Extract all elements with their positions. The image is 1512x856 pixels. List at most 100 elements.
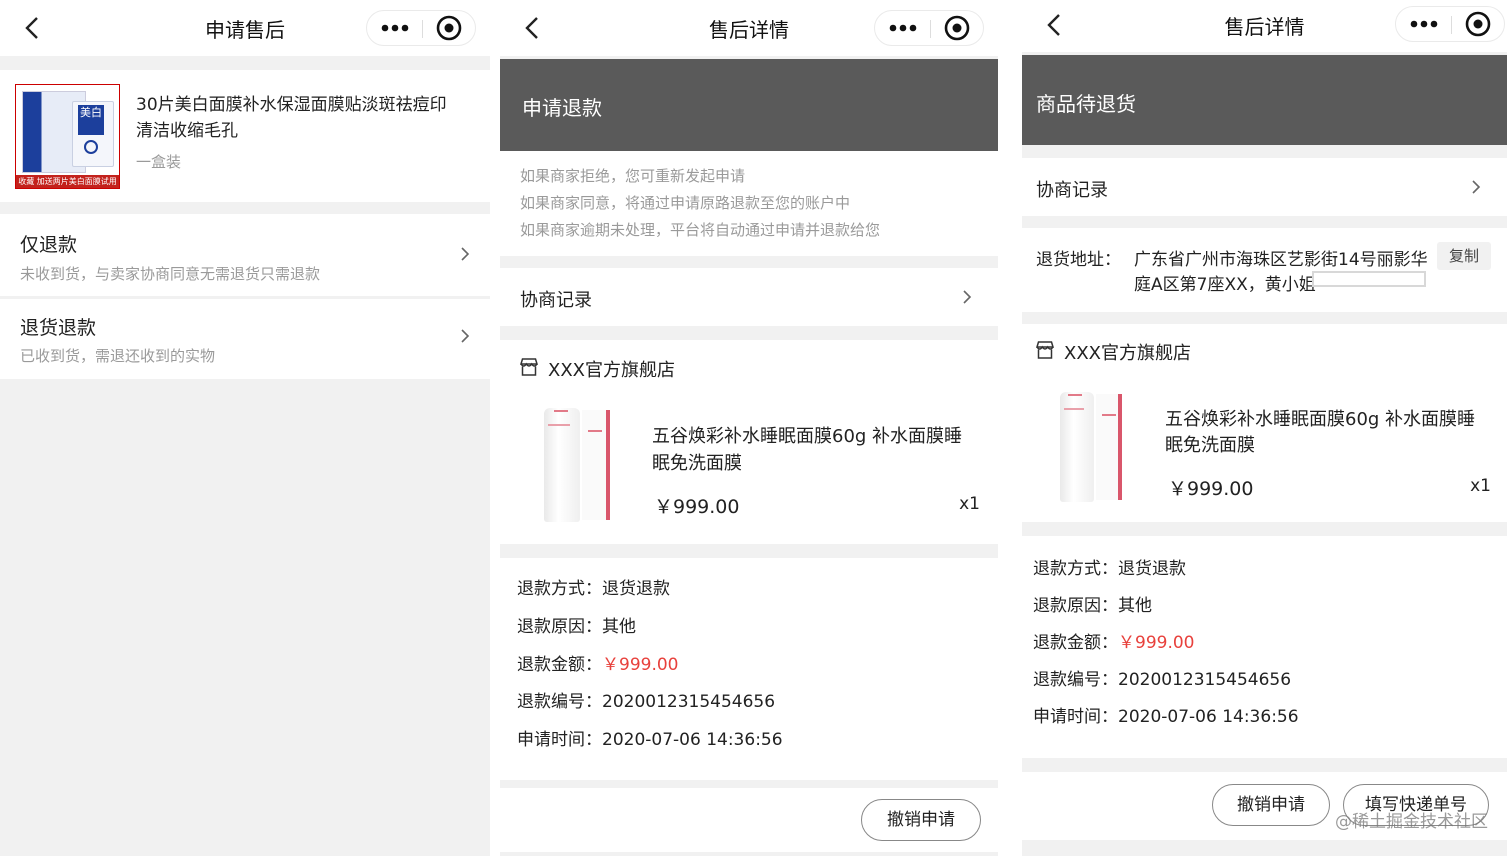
nav-bar: 售后详情 (1022, 0, 1507, 52)
status-banner: 商品待退货 (1022, 55, 1507, 145)
info-row: 退款金额：￥999.00 (517, 650, 678, 675)
info-value: 其他 (1118, 596, 1152, 616)
cancel-application-button[interactable]: 撤销申请 (1212, 784, 1330, 826)
status-title: 商品待退货 (1036, 92, 1136, 116)
negotiation-record-row[interactable]: 协商记录 (1022, 158, 1507, 216)
more-dots-icon[interactable] (367, 11, 422, 45)
info-label: 退款原因： (517, 617, 602, 637)
info-value: 2020-07-06 14:36:56 (602, 730, 783, 750)
note-line: 如果商家拒绝，您可重新发起申请 (520, 167, 746, 185)
mini-program-capsule (366, 10, 476, 46)
product-price: ￥999.00 (654, 496, 740, 518)
shop-name: XXX官方旗舰店 (1064, 343, 1191, 364)
option-title: 仅退款 (20, 234, 78, 256)
refund-amount: ￥999.00 (1118, 633, 1195, 653)
nav-bar: 申请售后 (0, 0, 490, 56)
store-icon (519, 358, 539, 376)
target-close-icon[interactable] (931, 11, 984, 45)
mini-program-capsule (874, 10, 984, 46)
info-value: 2020-07-06 14:36:56 (1118, 707, 1299, 727)
target-close-icon[interactable] (1452, 7, 1505, 41)
shop-product-card: XXX官方旗舰店 五谷焕彩补水睡眠面膜60g 补水面膜睡 眠免洗面膜 ￥999.… (1022, 324, 1507, 522)
option-return-refund[interactable]: 退货退款 已收到货，需退还收到的实物 (0, 299, 490, 379)
address-line2: 庭A区第7座XX，黄小姐 (1134, 275, 1316, 295)
shop-name: XXX官方旗舰店 (548, 360, 675, 381)
status-title: 申请退款 (522, 96, 602, 120)
more-dots-icon[interactable] (875, 11, 930, 45)
info-label: 退款编号： (517, 692, 602, 712)
product-spec: 一盒装 (136, 153, 182, 171)
info-value: 退货退款 (1118, 559, 1186, 579)
screen-apply-after-sale: 申请售后 美白 收藏 加送两片美白面膜试用 30片美白面膜补水保湿面膜贴淡斑祛痘… (0, 0, 490, 856)
refund-info: 退款方式：退货退款 退款原因：其他 退款金额：￥999.00 退款编号：2020… (1022, 536, 1507, 758)
product-name-line2: 清洁收缩毛孔 (136, 121, 238, 141)
negotiation-record-row[interactable]: 协商记录 (500, 268, 998, 326)
info-value: 2020012315454656 (602, 692, 776, 712)
brand-label: 美白 (78, 105, 104, 135)
redacted-phone (1312, 271, 1426, 287)
info-row: 退款编号：2020012315454656 (517, 687, 775, 712)
info-row: 申请时间：2020-07-06 14:36:56 (1033, 702, 1299, 727)
product-price: ￥999.00 (1168, 478, 1254, 500)
info-label: 退款金额： (517, 655, 602, 675)
chevron-right-icon (1472, 180, 1481, 194)
info-row: 申请时间：2020-07-06 14:36:56 (517, 725, 783, 750)
chevron-right-icon (461, 329, 470, 343)
product-qty: x1 (959, 494, 980, 514)
product-image (538, 404, 618, 524)
address-line1: 广东省广州市海珠区艺影街14号丽影华 (1134, 250, 1428, 270)
info-row: 退款方式：退货退款 (517, 574, 670, 599)
option-refund-only[interactable]: 仅退款 未收到货，与卖家协商同意无需退货只需退款 (0, 214, 490, 296)
screen-after-sale-detail-refund: 售后详情 申请退款 如果商家拒绝，您可重新发起申请 如果商家同意，将通过申请原路… (500, 0, 998, 856)
info-row: 退款方式：退货退款 (1033, 554, 1186, 579)
screen-after-sale-detail-return: 售后详情 商品待退货 协商记录 退货地址： 广东省广州市海珠区艺影街14号丽影华… (1022, 0, 1507, 856)
product-card: 美白 收藏 加送两片美白面膜试用 30片美白面膜补水保湿面膜贴淡斑祛痘印 清洁收… (0, 70, 490, 202)
store-icon (1035, 341, 1055, 359)
info-label: 退款方式： (517, 579, 602, 599)
copy-button[interactable]: 复制 (1437, 242, 1491, 270)
product-image (1054, 388, 1130, 504)
info-label: 申请时间： (517, 730, 602, 750)
action-bar: 撤销申请 (500, 788, 998, 852)
info-value: 2020012315454656 (1118, 670, 1292, 690)
product-name-line1: 五谷焕彩补水睡眠面膜60g 补水面膜睡 (1165, 409, 1476, 430)
more-dots-icon[interactable] (1396, 7, 1451, 41)
watermark: @稀土掘金技术社区 (1335, 812, 1488, 832)
cancel-application-button[interactable]: 撤销申请 (861, 799, 981, 841)
return-address: 退货地址： 广东省广州市海珠区艺影街14号丽影华 庭A区第7座XX，黄小姐 复制 (1022, 228, 1507, 312)
status-notes: 如果商家拒绝，您可重新发起申请 如果商家同意，将通过申请原路退款至您的账户中 如… (500, 151, 998, 256)
product-name-line2: 眠免洗面膜 (1165, 435, 1255, 456)
image-caption: 收藏 加送两片美白面膜试用 (16, 175, 119, 188)
product-name-line1: 30片美白面膜补水保湿面膜贴淡斑祛痘印 (136, 95, 447, 115)
info-row: 退款金额：￥999.00 (1033, 628, 1194, 653)
info-label: 退款编号： (1033, 670, 1118, 690)
chevron-right-icon (963, 290, 972, 304)
info-row: 退款原因：其他 (1033, 591, 1152, 616)
shop-product-card: XXX官方旗舰店 五谷焕彩补水睡眠面膜60g 补水面膜睡 眠免洗面膜 ￥999.… (500, 340, 998, 544)
chevron-right-icon (461, 247, 470, 261)
status-banner: 申请退款 (500, 59, 998, 151)
note-line: 如果商家同意，将通过申请原路退款至您的账户中 (520, 194, 851, 212)
negotiation-label: 协商记录 (1036, 180, 1108, 201)
refund-amount: ￥999.00 (602, 655, 679, 675)
option-title: 退货退款 (20, 317, 97, 339)
info-label: 退款金额： (1033, 633, 1118, 653)
info-label: 退款原因： (1033, 596, 1118, 616)
option-desc: 已收到货，需退还收到的实物 (20, 347, 216, 365)
info-row: 退款编号：2020012315454656 (1033, 665, 1291, 690)
info-value: 其他 (602, 617, 636, 637)
product-qty: x1 (1470, 476, 1491, 496)
mini-program-capsule (1395, 6, 1505, 42)
nav-bar: 售后详情 (500, 0, 998, 56)
address-label: 退货地址： (1036, 250, 1121, 270)
option-desc: 未收到货，与卖家协商同意无需退货只需退款 (20, 265, 321, 283)
product-image: 美白 收藏 加送两片美白面膜试用 (15, 84, 120, 189)
info-row: 退款原因：其他 (517, 612, 636, 637)
refund-info: 退款方式：退货退款 退款原因：其他 退款金额：￥999.00 退款编号：2020… (500, 558, 998, 780)
info-label: 申请时间： (1033, 707, 1118, 727)
product-name-line2: 眠免洗面膜 (652, 453, 742, 474)
product-name-line1: 五谷焕彩补水睡眠面膜60g 补水面膜睡 (652, 426, 963, 447)
target-close-icon[interactable] (423, 11, 476, 45)
negotiation-label: 协商记录 (520, 290, 592, 311)
info-value: 退货退款 (602, 579, 670, 599)
